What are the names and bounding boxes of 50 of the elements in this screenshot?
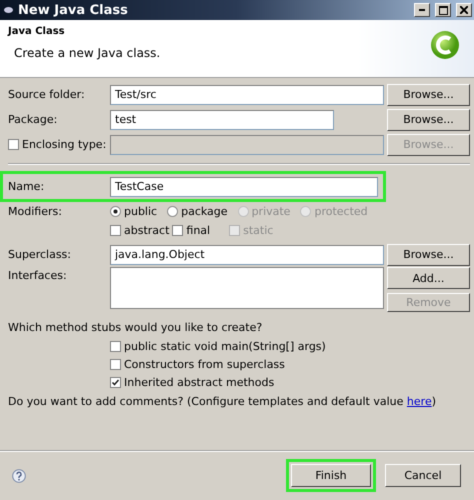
field-label: Modifiers: [8, 205, 62, 218]
field-label: Package: [8, 113, 58, 126]
option-label: final [186, 224, 210, 237]
browse-button[interactable]: Browse... [387, 244, 470, 266]
name-field[interactable]: TestCase [110, 176, 378, 196]
field-label: Source folder: [8, 88, 85, 101]
window-icon [4, 7, 13, 13]
browse-button[interactable]: Browse... [387, 108, 470, 130]
option-label: public static void main(String[] args) [124, 340, 326, 352]
close-icon [460, 6, 468, 14]
question-text: Which method stubs would you like to create? [8, 320, 262, 334]
comments-question: Do you want to add comments? (Configure templates and default value here) [8, 394, 436, 408]
help-icon[interactable] [12, 468, 26, 482]
option-label: Constructors from superclass [124, 358, 285, 370]
text-field[interactable]: Test/src [110, 84, 384, 104]
close-button[interactable] [456, 3, 472, 17]
field-label: Name: [8, 180, 44, 193]
option-label: Inherited abstract methods [124, 376, 274, 388]
browse-button[interactable]: Browse... [387, 84, 470, 106]
field-label: Superclass: [8, 248, 71, 261]
checkbox[interactable] [110, 340, 121, 352]
superclass-field[interactable]: java.lang.Object [110, 244, 384, 264]
window-title: New Java Class [18, 2, 129, 18]
option-label: private [252, 205, 290, 218]
page-title: Java Class [8, 26, 66, 37]
checkbox[interactable] [110, 376, 121, 388]
option-label: protected [314, 205, 368, 218]
option-label: static [243, 224, 274, 237]
page-description: Create a new Java class. [13, 46, 162, 60]
interfaces-list[interactable] [110, 267, 384, 309]
option-label: abstract [124, 224, 170, 237]
text-field[interactable]: test [110, 110, 334, 130]
option-label: public [124, 205, 158, 218]
checkbox[interactable] [172, 225, 184, 236]
radio-button[interactable] [110, 206, 121, 217]
checkbox[interactable] [110, 358, 121, 370]
field-label: Interfaces: [8, 269, 67, 282]
here-link[interactable]: here [406, 394, 432, 408]
radio-button[interactable] [167, 206, 178, 217]
minimize-button[interactable] [414, 3, 430, 17]
add-button[interactable]: Add... [387, 267, 470, 289]
minimize-icon [419, 9, 425, 11]
maximize-button[interactable] [435, 3, 451, 17]
class-icon [430, 30, 460, 60]
checkbox[interactable] [110, 225, 121, 236]
cancel-button[interactable]: Cancel [385, 464, 461, 487]
finish-button[interactable]: Finish [291, 464, 371, 487]
option-label: package [181, 205, 228, 218]
maximize-icon [438, 6, 448, 14]
field-label: Enclosing type: [22, 138, 106, 151]
